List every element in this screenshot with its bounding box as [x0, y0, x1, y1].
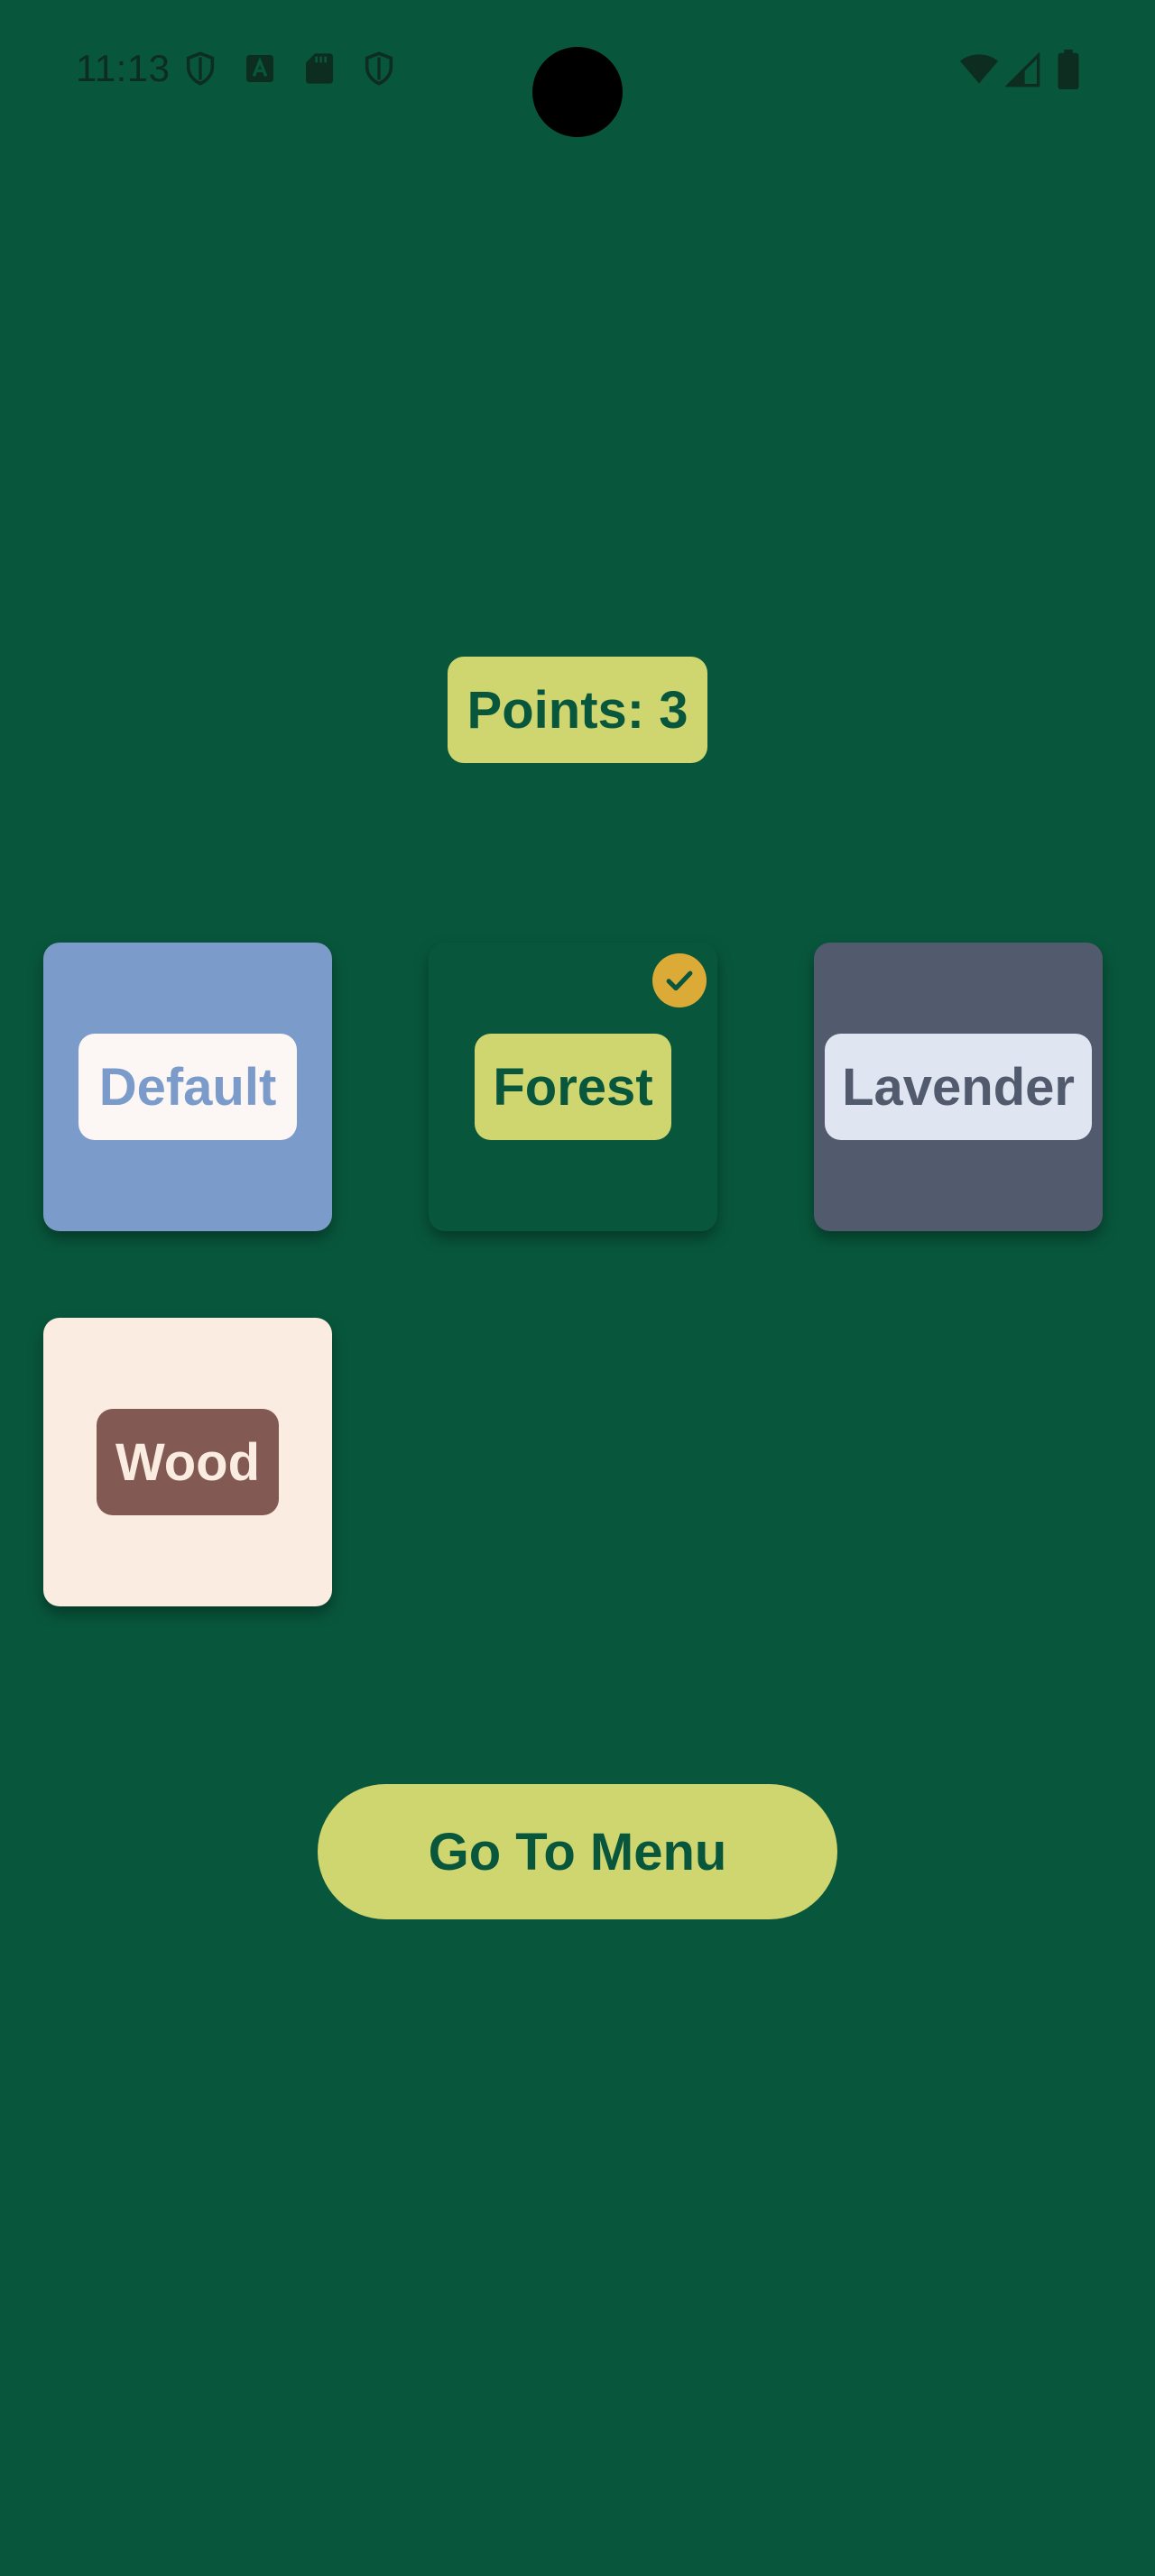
theme-label: Lavender	[825, 1034, 1092, 1140]
theme-label: Default	[79, 1034, 297, 1140]
signal-icon	[1005, 52, 1040, 87]
theme-card-lavender[interactable]: Lavender	[814, 943, 1103, 1231]
shield-icon	[365, 51, 393, 86]
sd-card-icon	[306, 53, 333, 84]
shield-icon	[186, 51, 215, 86]
wifi-icon	[959, 54, 999, 84]
selected-check-icon	[652, 953, 707, 1007]
keyboard-a-icon	[246, 55, 273, 82]
status-time: 11:13	[76, 47, 171, 89]
battery-icon	[1058, 49, 1079, 90]
points-label: Points: 3	[467, 680, 688, 740]
theme-card-forest[interactable]: Forest	[429, 943, 717, 1231]
points-badge: Points: 3	[448, 657, 707, 763]
go-to-menu-button[interactable]: Go To Menu	[318, 1784, 837, 1919]
theme-label: Forest	[475, 1034, 671, 1140]
theme-card-wood[interactable]: Wood	[43, 1318, 332, 1606]
status-bar: 11:13	[0, 0, 1155, 144]
theme-label: Wood	[97, 1409, 279, 1515]
theme-card-default[interactable]: Default	[43, 943, 332, 1231]
camera-cutout	[532, 47, 623, 137]
